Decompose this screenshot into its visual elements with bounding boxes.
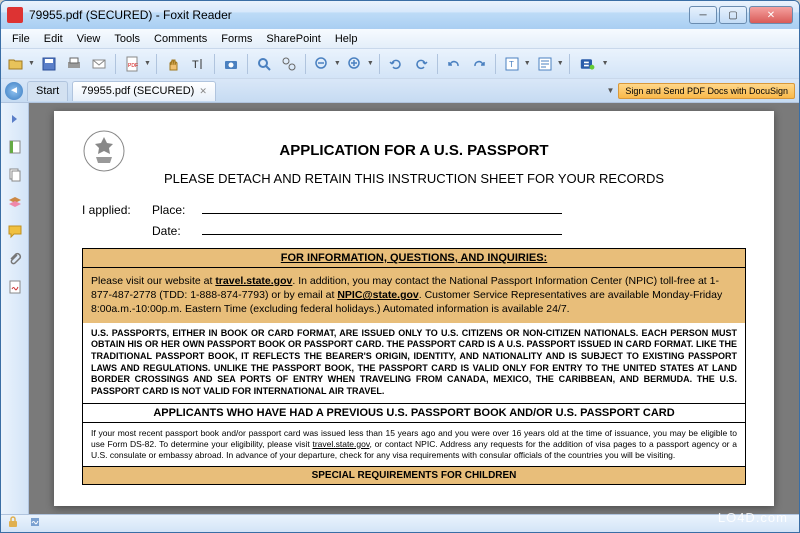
save-button[interactable] — [38, 53, 60, 75]
main-area: APPLICATION FOR A U.S. PASSPORT PLEASE D… — [1, 103, 799, 514]
info-body: Please visit our website at travel.state… — [83, 268, 745, 323]
menu-view[interactable]: View — [70, 31, 108, 47]
docusign-label: Sign and Send PDF Docs with DocuSign — [625, 86, 788, 96]
info-header: FOR INFORMATION, QUESTIONS, AND INQUIRIE… — [83, 249, 745, 268]
menu-forms[interactable]: Forms — [214, 31, 259, 47]
undo-button[interactable] — [443, 53, 465, 75]
sidebar — [1, 103, 29, 514]
status-security-icon[interactable] — [7, 516, 19, 531]
view-result-button[interactable] — [534, 53, 556, 75]
open-button[interactable] — [5, 53, 27, 75]
toolbar: ▼ PDF ▼ T ▼ ▼ T ▼ ▼ ▼ — [1, 49, 799, 79]
info-link-npic[interactable]: NPIC@state.gov — [337, 289, 418, 301]
snapshot-button[interactable] — [220, 53, 242, 75]
app-window: 79955.pdf (SECURED) - Foxit Reader ─ ▢ ✕… — [0, 0, 800, 533]
applied-place-row: I applied: Place: — [82, 200, 746, 217]
pdf-button[interactable]: PDF — [121, 53, 143, 75]
place-label: Place: — [152, 203, 202, 217]
date-input-line[interactable] — [202, 221, 562, 235]
info-text-1: Please visit our website at — [91, 275, 215, 287]
previous-header: APPLICANTS WHO HAVE HAD A PREVIOUS U.S. … — [83, 403, 745, 423]
menu-file[interactable]: File — [5, 31, 37, 47]
pages-icon[interactable] — [5, 165, 25, 185]
comments-icon[interactable] — [5, 221, 25, 241]
docusign-dropdown[interactable]: ▼ — [602, 60, 609, 67]
special-header: SPECIAL REQUIREMENTS FOR CHILDREN — [83, 466, 745, 484]
find-button[interactable] — [253, 53, 275, 75]
app-icon — [7, 7, 23, 23]
tabbar: ◄ Start 79955.pdf (SECURED) ✕ ▼ Sign and… — [1, 79, 799, 103]
rotate-right-button[interactable] — [410, 53, 432, 75]
menubar: File Edit View Tools Comments Forms Shar… — [1, 29, 799, 49]
tab-start[interactable]: Start — [27, 81, 68, 101]
pdf-dropdown[interactable]: ▼ — [144, 60, 151, 67]
svg-text:PDF: PDF — [128, 63, 138, 69]
email-button[interactable] — [88, 53, 110, 75]
tab-close-icon[interactable]: ✕ — [199, 86, 207, 97]
docusign-banner[interactable]: Sign and Send PDF Docs with DocuSign — [618, 83, 795, 99]
zoom-in-button[interactable] — [344, 53, 366, 75]
svg-text:T: T — [192, 59, 199, 71]
applied-date-row: Date: — [82, 221, 746, 238]
passports-body: U.S. PASSPORTS, EITHER IN BOOK OR CARD F… — [83, 323, 745, 403]
open-dropdown[interactable]: ▼ — [28, 60, 35, 67]
applied-label: I applied: — [82, 203, 152, 217]
place-input-line[interactable] — [202, 200, 562, 214]
date-label: Date: — [152, 224, 202, 238]
typewriter-dropdown[interactable]: ▼ — [524, 60, 531, 67]
search-icon[interactable] — [278, 53, 300, 75]
menu-tools[interactable]: Tools — [107, 31, 147, 47]
typewriter-button[interactable]: T — [501, 53, 523, 75]
doc-title: APPLICATION FOR A U.S. PASSPORT — [82, 142, 746, 159]
document-viewport[interactable]: APPLICATION FOR A U.S. PASSPORT PLEASE D… — [29, 103, 799, 514]
view-result-dropdown[interactable]: ▼ — [557, 60, 564, 67]
tab-overflow-icon[interactable]: ▼ — [606, 86, 614, 95]
signatures-icon[interactable] — [5, 277, 25, 297]
rotate-left-button[interactable] — [385, 53, 407, 75]
menu-comments[interactable]: Comments — [147, 31, 214, 47]
previous-body: If your most recent passport book and/or… — [83, 423, 745, 466]
titlebar: 79955.pdf (SECURED) - Foxit Reader ─ ▢ ✕ — [1, 1, 799, 29]
statusbar — [1, 514, 799, 532]
docusign-button[interactable] — [575, 53, 601, 75]
menu-help[interactable]: Help — [328, 31, 365, 47]
menu-edit[interactable]: Edit — [37, 31, 70, 47]
print-button[interactable] — [63, 53, 85, 75]
zoom-out-dropdown[interactable]: ▼ — [334, 60, 341, 67]
window-controls: ─ ▢ ✕ — [689, 6, 793, 24]
svg-text:T: T — [509, 60, 514, 69]
attachments-icon[interactable] — [5, 249, 25, 269]
tab-start-label: Start — [36, 85, 59, 97]
sidebar-expand-icon[interactable] — [5, 109, 25, 129]
info-box: FOR INFORMATION, QUESTIONS, AND INQUIRIE… — [82, 248, 746, 485]
tab-document-label: 79955.pdf (SECURED) — [81, 85, 194, 97]
nav-back-button[interactable]: ◄ — [5, 82, 23, 100]
doc-subtitle: PLEASE DETACH AND RETAIN THIS INSTRUCTIO… — [82, 171, 746, 186]
minimize-button[interactable]: ─ — [689, 6, 717, 24]
menu-sharepoint[interactable]: SharePoint — [259, 31, 327, 47]
previous-link[interactable]: travel.state.gov — [312, 439, 369, 449]
window-title: 79955.pdf (SECURED) - Foxit Reader — [29, 8, 689, 22]
bookmarks-icon[interactable] — [5, 137, 25, 157]
layers-icon[interactable] — [5, 193, 25, 213]
tab-document[interactable]: 79955.pdf (SECURED) ✕ — [72, 81, 216, 101]
zoom-out-button[interactable] — [311, 53, 333, 75]
select-text-button[interactable]: T — [187, 53, 209, 75]
pdf-page: APPLICATION FOR A U.S. PASSPORT PLEASE D… — [54, 111, 774, 506]
maximize-button[interactable]: ▢ — [719, 6, 747, 24]
zoom-in-dropdown[interactable]: ▼ — [367, 60, 374, 67]
info-link-travel[interactable]: travel.state.gov — [215, 275, 292, 287]
status-signature-icon[interactable] — [29, 516, 41, 531]
close-button[interactable]: ✕ — [749, 6, 793, 24]
hand-tool-button[interactable] — [162, 53, 184, 75]
redo-button[interactable] — [468, 53, 490, 75]
us-seal-icon — [82, 129, 126, 173]
